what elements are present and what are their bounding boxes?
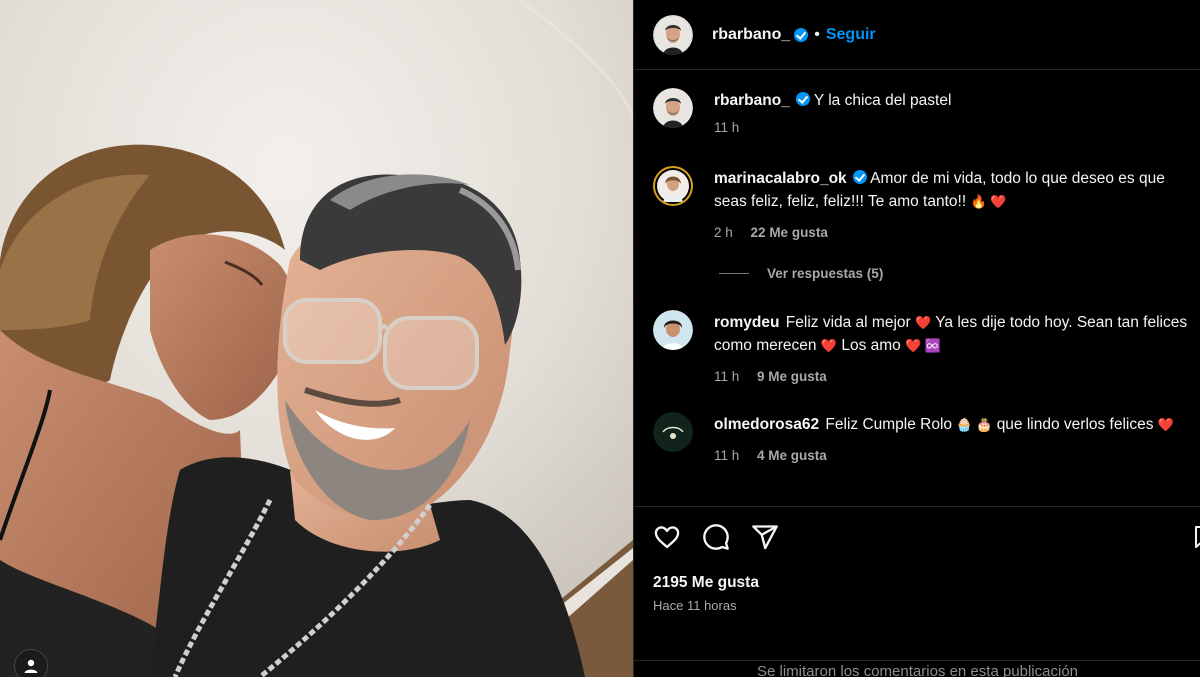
commenter-avatar-image	[657, 170, 689, 202]
verified-badge-icon	[794, 27, 809, 42]
comment-text-part: que lindo verlos felices	[996, 416, 1154, 433]
caption-text: Y la chica del pastel	[813, 92, 952, 109]
comment-time: 11 h	[714, 448, 740, 463]
comment-icon	[703, 524, 729, 550]
caption-username[interactable]: rbarbano_	[714, 92, 790, 109]
cupcake-cake-emoji: 🧁 🎂	[956, 417, 993, 432]
post-actions	[653, 523, 779, 551]
heart-emoji: ❤️	[820, 338, 838, 353]
comment-avatar-olmedorosa62[interactable]	[653, 412, 693, 452]
replies-divider-line	[719, 273, 749, 274]
post-photo[interactable]	[0, 0, 633, 677]
heart-emoji: ❤️	[1157, 417, 1174, 432]
author-avatar-image	[653, 14, 693, 55]
caption-time: 11 h	[714, 120, 740, 135]
comment-username[interactable]: olmedorosa62	[714, 416, 819, 433]
comments-limited-notice: Se limitaron los comentarios en esta pub…	[634, 660, 1200, 677]
bookmark-icon	[1195, 526, 1200, 548]
share-button[interactable]	[751, 523, 779, 551]
post-timestamp: Hace 11 horas	[653, 598, 737, 613]
comment-likes-button[interactable]: 22 Me gusta	[751, 225, 828, 240]
commenter-avatar-image	[653, 412, 693, 452]
comment-button[interactable]	[702, 523, 730, 551]
caption: rbarbano_ Y la chica del pastel 11 h	[653, 88, 1193, 139]
fire-heart-emoji: 🔥 ❤️	[970, 194, 1007, 209]
comment-username[interactable]: marinacalabro_ok	[714, 170, 847, 187]
comment-item: romydeu Feliz vida al mejor ❤️ Ya les di…	[653, 310, 1193, 388]
couple-photo-illustration	[0, 0, 633, 677]
comment-body: marinacalabro_ok Amor de mi vida, todo l…	[714, 166, 1193, 244]
actions-divider	[634, 506, 1200, 507]
comment-username[interactable]: romydeu	[714, 314, 779, 331]
verified-badge-icon	[852, 170, 867, 184]
comment-likes-button[interactable]: 4 Me gusta	[757, 448, 827, 463]
comment-text-part: Feliz vida al mejor	[785, 314, 911, 331]
heart-infinity-emoji: ❤️ ♾️	[905, 338, 942, 353]
comment-text-part: Los amo	[841, 337, 901, 354]
author-avatar[interactable]	[653, 14, 693, 55]
comment-item: marinacalabro_ok Amor de mi vida, todo l…	[653, 166, 1193, 244]
post-details-panel: rbarbano_ • Seguir rbarbano_ Y la chica …	[633, 0, 1200, 677]
user-tag-button[interactable]	[14, 649, 48, 677]
comment-avatar-marinacalabro[interactable]	[653, 166, 693, 206]
comment-avatar-romydeu[interactable]	[653, 310, 693, 350]
heart-emoji: ❤️	[915, 315, 932, 330]
heart-icon	[654, 526, 680, 549]
user-tag-icon	[24, 659, 38, 673]
comment-body: olmedorosa62 Feliz Cumple Rolo 🧁 🎂 que l…	[714, 412, 1193, 467]
view-replies-label: Ver respuestas (5)	[767, 266, 884, 281]
follow-button[interactable]: Seguir	[826, 26, 876, 44]
comment-time: 2 h	[714, 225, 733, 240]
comment-text-part: Feliz Cumple Rolo	[825, 416, 953, 433]
comment-item: olmedorosa62 Feliz Cumple Rolo 🧁 🎂 que l…	[653, 412, 1193, 467]
caption-avatar[interactable]	[653, 88, 693, 128]
author-username[interactable]: rbarbano_	[712, 26, 790, 44]
commenter-avatar-image	[653, 310, 693, 350]
caption-avatar-image	[653, 88, 693, 128]
comment-time: 11 h	[714, 369, 740, 384]
separator-dot: •	[814, 25, 820, 43]
comment-body: romydeu Feliz vida al mejor ❤️ Ya les di…	[714, 310, 1193, 388]
view-replies-button[interactable]: Ver respuestas (5)	[719, 266, 883, 281]
share-icon	[752, 525, 778, 550]
save-button[interactable]	[1192, 523, 1200, 556]
post-likes-count[interactable]: 2195 Me gusta	[653, 574, 759, 592]
verified-badge-icon	[795, 92, 810, 106]
comment-likes-button[interactable]: 9 Me gusta	[757, 369, 827, 384]
like-button[interactable]	[653, 523, 681, 551]
caption-body: rbarbano_ Y la chica del pastel 11 h	[714, 88, 1193, 139]
post-header: rbarbano_ • Seguir	[634, 0, 1200, 70]
